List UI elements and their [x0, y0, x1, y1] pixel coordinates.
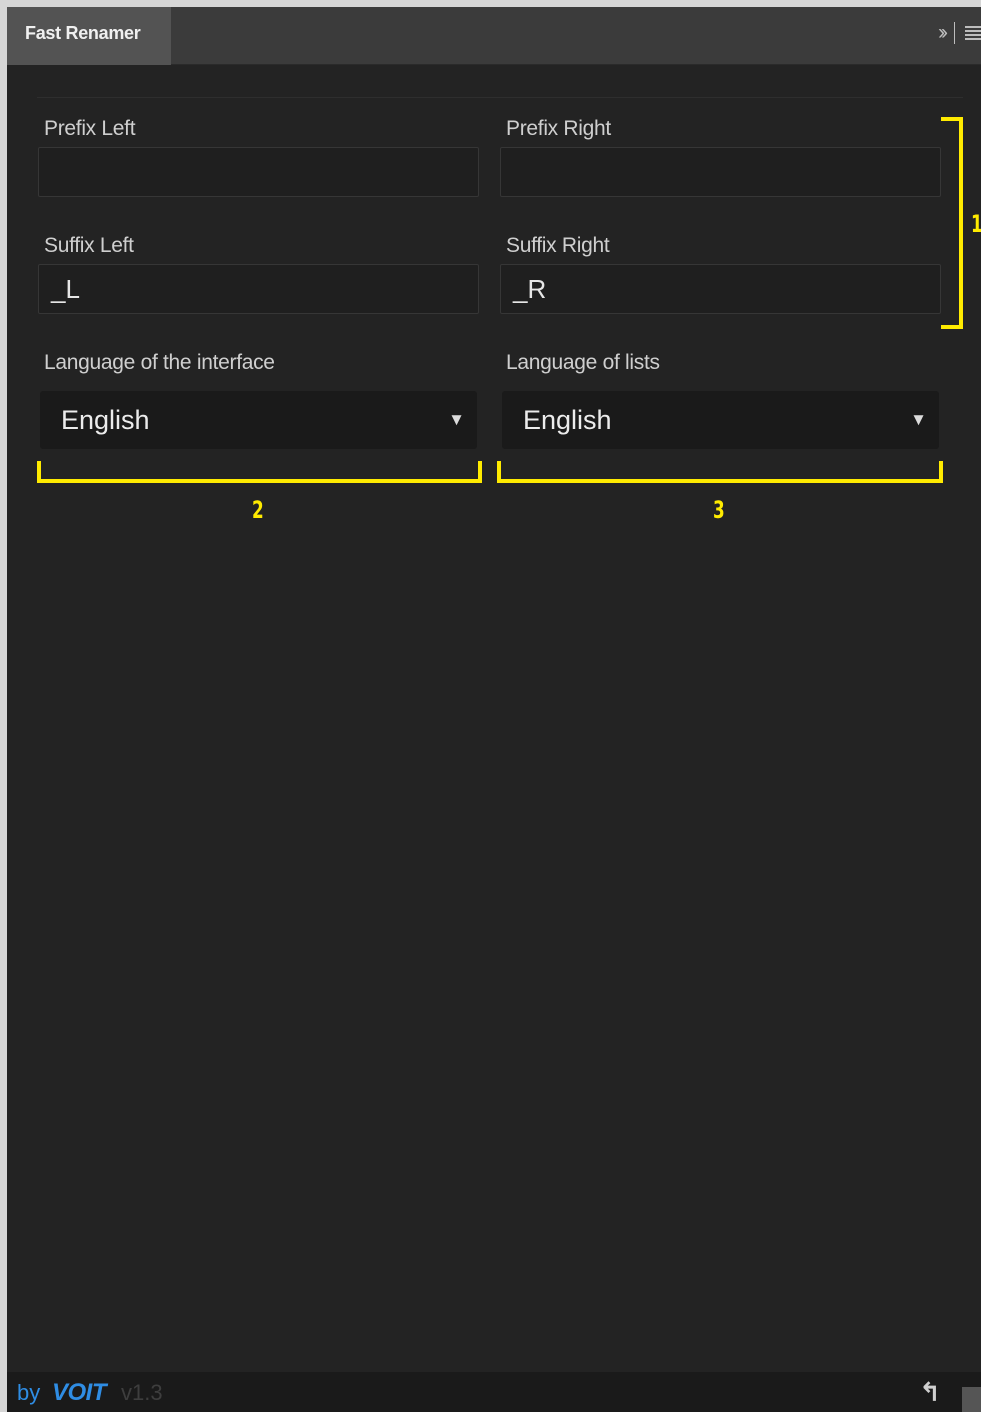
prefix-left-label: Prefix Left: [44, 117, 136, 140]
annotation-bracket-3: [497, 461, 943, 483]
tab-bar: Fast Renamer ››: [7, 7, 981, 65]
hamburger-menu-icon[interactable]: [965, 26, 981, 40]
interface-language-label: Language of the interface: [44, 351, 275, 374]
list-language-label: Language of lists: [506, 351, 660, 374]
undo-arrow-icon[interactable]: ↰: [919, 1377, 941, 1408]
annotation-bracket-1: [941, 117, 963, 329]
annotation-number-2: 2: [252, 496, 264, 524]
panel: Fast Renamer ›› Prefix Left Prefix Right…: [7, 7, 981, 1412]
list-language-value: English: [523, 405, 612, 435]
prefix-left-input[interactable]: [38, 147, 479, 197]
annotation-bracket-2: [37, 461, 482, 483]
interface-language-select[interactable]: English ▼: [40, 391, 477, 449]
suffix-left-input[interactable]: _L: [38, 264, 479, 314]
tab-bar-separator: [954, 22, 955, 44]
list-language-select[interactable]: English ▼: [502, 391, 939, 449]
dropdown-arrow-icon: ▼: [910, 410, 927, 429]
annotation-number-1: 1: [971, 210, 981, 238]
brand-logo[interactable]: VOIT: [52, 1379, 107, 1407]
suffix-left-label: Suffix Left: [44, 234, 134, 257]
dropdown-arrow-icon: ▼: [448, 410, 465, 429]
double-chevron-right-icon[interactable]: ››: [938, 21, 948, 45]
version-label: v1.3: [121, 1380, 163, 1405]
prefix-right-input[interactable]: [500, 147, 941, 197]
footer-by-text: by: [17, 1380, 41, 1405]
footer: by VOIT v1.3 ↰: [7, 1372, 981, 1412]
divider: [37, 97, 963, 98]
resize-grip[interactable]: [962, 1387, 981, 1412]
interface-language-value: English: [61, 405, 150, 435]
suffix-right-label: Suffix Right: [506, 234, 610, 257]
prefix-right-label: Prefix Right: [506, 117, 611, 140]
annotation-number-3: 3: [713, 496, 725, 524]
tab-fast-renamer[interactable]: Fast Renamer: [7, 7, 171, 65]
tab-bar-controls: ››: [938, 7, 981, 59]
suffix-right-input[interactable]: _R: [500, 264, 941, 314]
